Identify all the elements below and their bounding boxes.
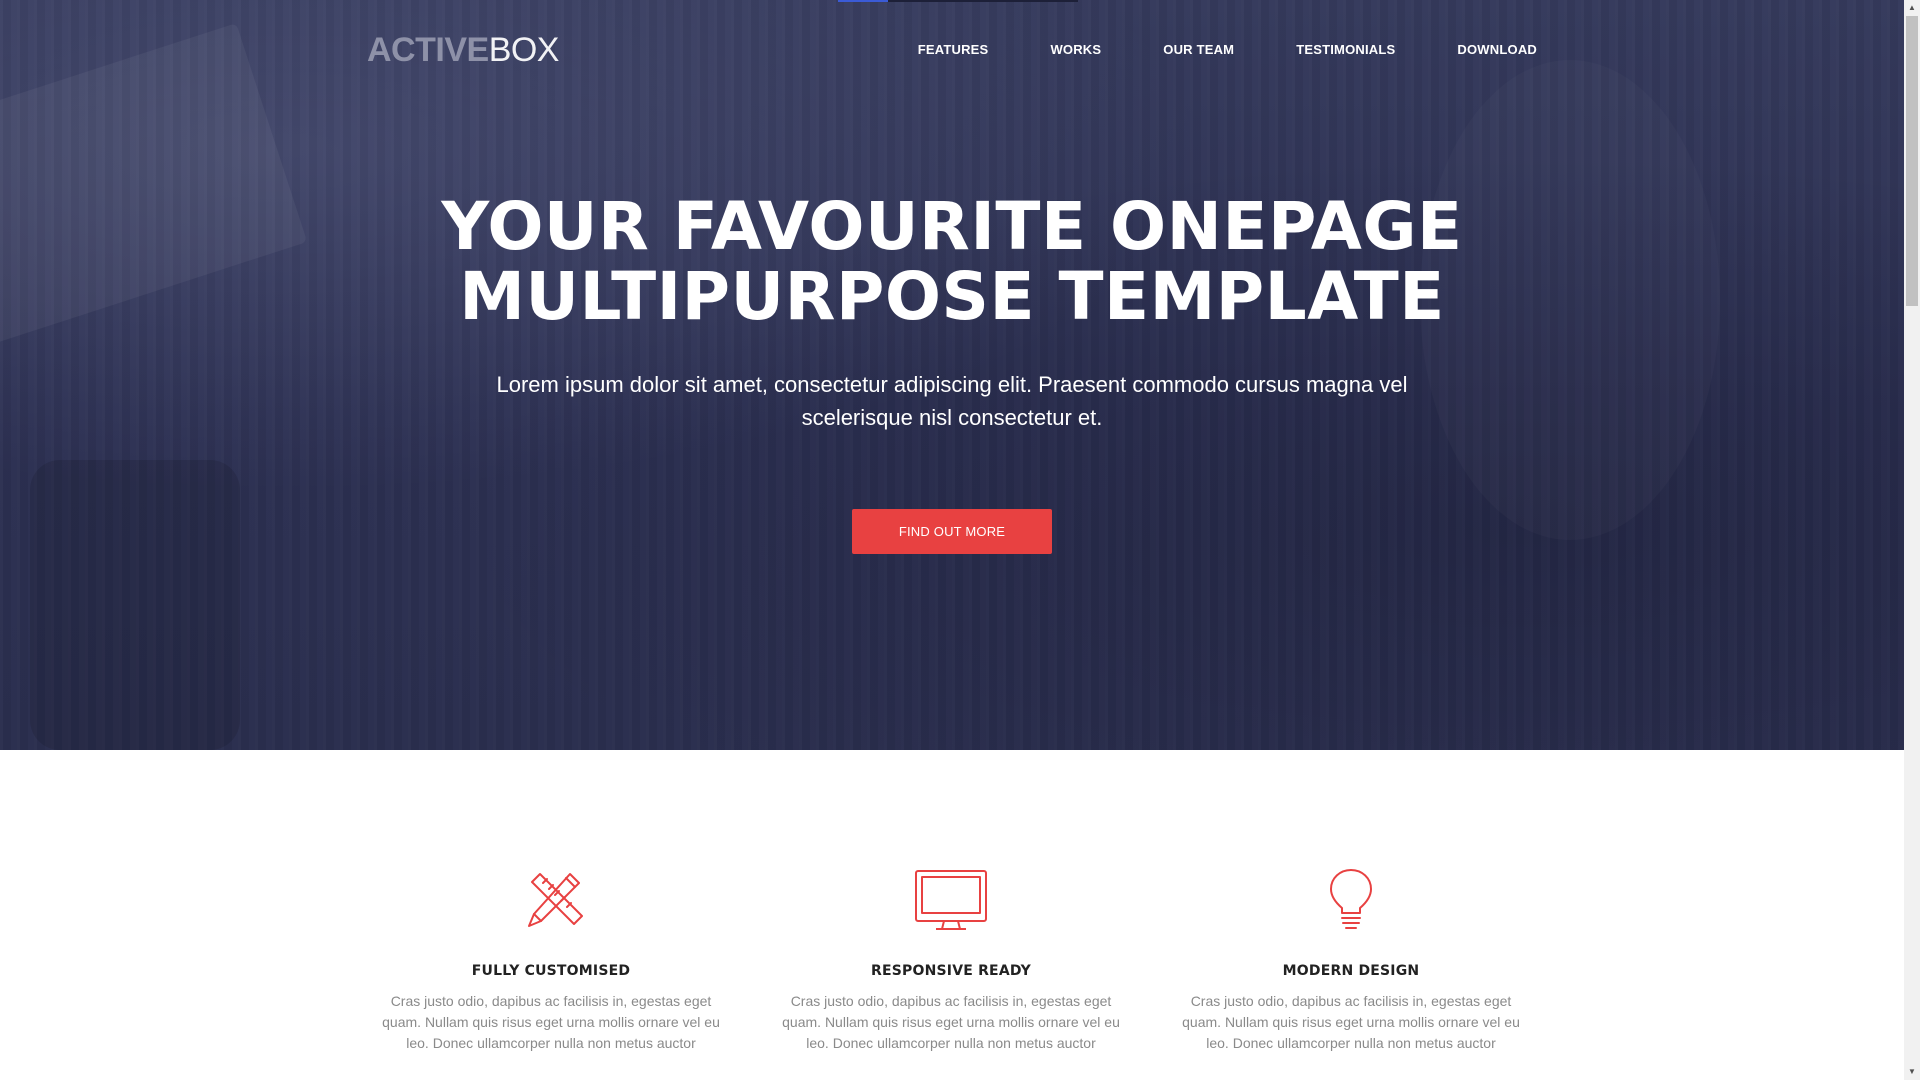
site-logo[interactable]: ACTIVEBOX [367, 30, 560, 70]
main-nav: FEATURES WORKS OUR TEAM TESTIMONIALS DOW… [856, 40, 1537, 60]
hero-section: ACTIVEBOX FEATURES WORKS OUR TEAM TESTIM… [0, 0, 1904, 750]
page-scrollbar[interactable]: ▲ ▼ [1904, 0, 1920, 1080]
nav-item-works[interactable]: WORKS [1050, 40, 1101, 60]
find-out-more-button[interactable]: FIND OUT MORE [852, 509, 1052, 554]
nav-item-download[interactable]: DOWNLOAD [1457, 40, 1537, 60]
lightbulb-icon [1330, 869, 1372, 929]
feature-text: Cras justo odio, dapibus ac facilisis in… [382, 993, 720, 1051]
features-section: FULLY CUSTOMISED Cras justo odio, dapibu… [0, 750, 1904, 1080]
feature-text: Cras justo odio, dapibus ac facilisis in… [782, 993, 1120, 1051]
logo-bold-text: ACTIVE [367, 31, 489, 69]
feature-text: Cras justo odio, dapibus ac facilisis in… [1182, 993, 1520, 1051]
nav-item-testimonials[interactable]: TESTIMONIALS [1296, 40, 1395, 60]
hero-subtitle: Lorem ipsum dolor sit amet, consectetur … [496, 372, 1408, 430]
nav-item-our-team[interactable]: OUR TEAM [1163, 40, 1234, 60]
monitor-icon [915, 870, 987, 930]
feature-card: FULLY CUSTOMISED Cras justo odio, dapibu… [371, 868, 731, 1054]
scrollbar-thumb[interactable] [1906, 16, 1918, 306]
feature-title: RESPONSIVE READY [871, 963, 1031, 979]
feature-title: MODERN DESIGN [1282, 963, 1420, 979]
hero-title-line-1: YOUR FAVOURITE ONEPAGE [441, 188, 1463, 265]
feature-title: FULLY CUSTOMISED [471, 963, 631, 979]
hero-title: YOUR FAVOURITE ONEPAGE MULTIPURPOSE TEMP… [0, 192, 1904, 332]
scroll-down-icon[interactable]: ▼ [1904, 1064, 1920, 1080]
logo-light-text: BOX [488, 31, 560, 69]
hero-title-line-2: MULTIPURPOSE TEMPLATE [459, 258, 1445, 335]
hero-background-shape [30, 460, 240, 750]
feature-card: RESPONSIVE READY Cras justo odio, dapibu… [771, 868, 1131, 1054]
pencil-ruler-icon [528, 873, 583, 927]
top-loading-bar-progress [838, 0, 888, 2]
feature-card: MODERN DESIGN Cras justo odio, dapibus a… [1171, 868, 1531, 1054]
page: ACTIVEBOX FEATURES WORKS OUR TEAM TESTIM… [0, 0, 1904, 1080]
scroll-up-icon[interactable]: ▲ [1904, 0, 1920, 16]
nav-item-features[interactable]: FEATURES [918, 40, 989, 60]
